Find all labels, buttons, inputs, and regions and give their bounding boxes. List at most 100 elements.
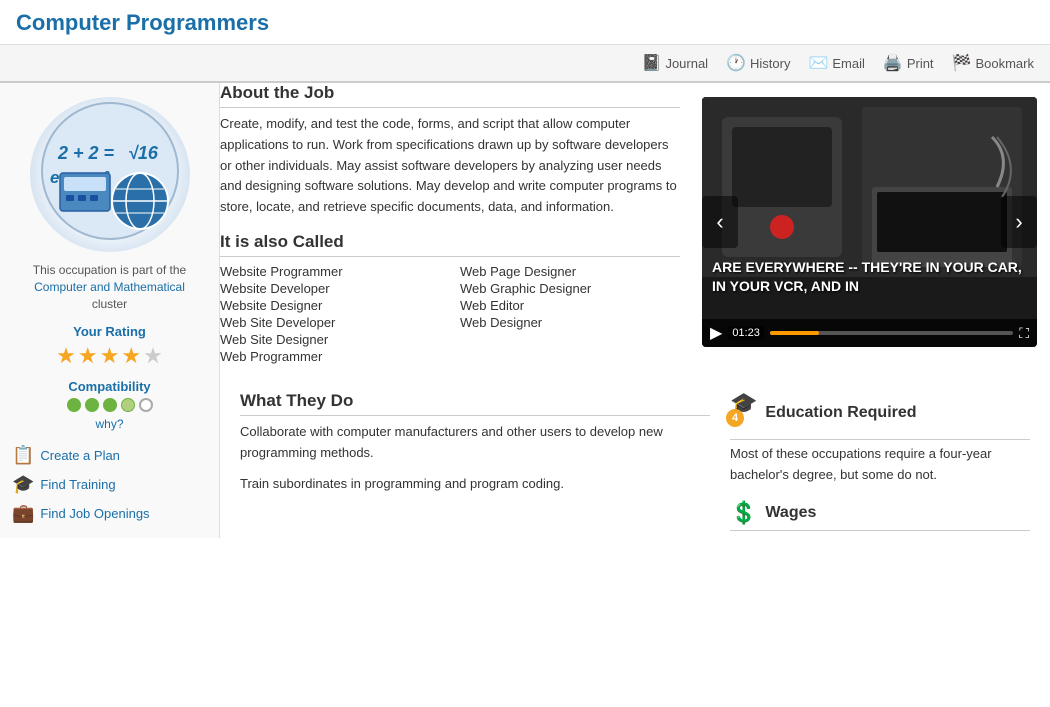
video-overlay-text: ARE EVERYWHERE -- THEY'RE IN YOUR CAR, I… [712, 258, 1027, 297]
education-icon-wrapper: 🎓 4 [730, 391, 757, 435]
create-plan-label: Create a Plan [40, 448, 120, 463]
alias-item: Web Programmer [220, 348, 440, 365]
education-body: Most of these occupations require a four… [730, 444, 1030, 486]
also-called-title: It is also Called [220, 232, 680, 257]
dot-2 [85, 398, 99, 412]
dot-3 [103, 398, 117, 412]
compatibility-label: Compatibility [12, 379, 207, 394]
task-1: Collaborate with computer manufacturers … [240, 422, 710, 464]
top-content: About the Job Create, modify, and test t… [220, 83, 1050, 381]
what-they-do-section: What They Do Collaborate with computer m… [240, 391, 710, 535]
email-button[interactable]: ✉️ Email [808, 53, 864, 73]
main-layout: 2 + 2 = √16 e = mc² [0, 83, 1050, 538]
occupation-illustration: 2 + 2 = √16 e = mc² [30, 97, 190, 252]
journal-icon: 📓 [642, 53, 662, 73]
education-title: Education Required [765, 404, 916, 422]
find-jobs-link[interactable]: 💼 Find Job Openings [12, 503, 207, 524]
star-4[interactable]: ★ [121, 343, 141, 369]
svg-text:√16: √16 [128, 143, 159, 163]
dot-5 [139, 398, 153, 412]
bottom-section: What They Do Collaborate with computer m… [220, 381, 1050, 535]
star-1[interactable]: ★ [56, 343, 76, 369]
about-job-section: About the Job Create, modify, and test t… [220, 83, 680, 218]
left-content: About the Job Create, modify, and test t… [220, 83, 690, 381]
wages-title: Wages [765, 504, 816, 522]
education-badge: 4 [726, 409, 744, 427]
history-label: History [750, 56, 790, 71]
alias-item: Website Programmer [220, 263, 440, 280]
print-button[interactable]: 🖨️ Print [883, 53, 934, 73]
wages-section: 💲 Wages [730, 500, 1030, 531]
email-icon: ✉️ [808, 53, 828, 73]
alias-item: Web Editor [460, 297, 680, 314]
about-job-title: About the Job [220, 83, 680, 108]
cluster-link[interactable]: Computer and Mathematical [34, 280, 185, 294]
education-section: 🎓 4 Education Required Most of these occ… [730, 391, 1030, 486]
fullscreen-button[interactable]: ⛶ [1019, 325, 1029, 342]
cluster-description: This occupation is part of the Computer … [12, 262, 207, 312]
what-they-do-body: Collaborate with computer manufacturers … [240, 422, 710, 494]
stars-rating[interactable]: ★ ★ ★ ★ ★ [12, 343, 207, 369]
why-link[interactable]: why? [95, 417, 123, 431]
journal-label: Journal [665, 56, 708, 71]
education-header: 🎓 4 Education Required [730, 391, 1030, 440]
video-player[interactable]: ARE EVERYWHERE -- THEY'RE IN YOUR CAR, I… [702, 97, 1037, 347]
task-2: Train subordinates in programming and pr… [240, 474, 710, 495]
compatibility-section: Compatibility why? [12, 379, 207, 431]
star-2[interactable]: ★ [78, 343, 98, 369]
star-5[interactable]: ★ [143, 343, 163, 369]
sidebar: 2 + 2 = √16 e = mc² [0, 83, 220, 538]
find-training-icon: 🎓 [12, 474, 34, 495]
find-jobs-icon: 💼 [12, 503, 34, 524]
video-next-button[interactable]: › [1001, 196, 1037, 248]
dot-1 [67, 398, 81, 412]
alias-item: Web Designer [460, 314, 680, 331]
education-wages-panel: 🎓 4 Education Required Most of these occ… [730, 391, 1030, 535]
rating-section: Your Rating ★ ★ ★ ★ ★ [12, 324, 207, 369]
create-plan-link[interactable]: 📋 Create a Plan [12, 445, 207, 466]
also-called-section: It is also Called Website Programmer Web… [220, 232, 680, 365]
video-prev-button[interactable]: ‹ [702, 196, 738, 248]
alias-item: Web Site Designer [220, 331, 440, 348]
compatibility-dots [12, 398, 207, 412]
svg-text:2 + 2 =: 2 + 2 = [57, 143, 115, 163]
bookmark-button[interactable]: 🏁 Bookmark [952, 53, 1034, 73]
find-training-link[interactable]: 🎓 Find Training [12, 474, 207, 495]
find-training-label: Find Training [40, 477, 115, 492]
play-button[interactable]: ▶ [710, 323, 722, 343]
video-time: 01:23 [728, 326, 764, 340]
print-label: Print [907, 56, 934, 71]
progress-bar[interactable] [770, 331, 1013, 335]
email-label: Email [832, 56, 865, 71]
history-icon: 🕐 [726, 53, 746, 73]
video-controls: ▶ 01:23 ⛶ [702, 319, 1037, 347]
alias-item: Web Site Developer [220, 314, 440, 331]
what-they-do-title: What They Do [240, 391, 710, 416]
alias-item: Website Developer [220, 280, 440, 297]
toolbar: 📓 Journal 🕐 History ✉️ Email 🖨️ Print 🏁 … [0, 45, 1050, 83]
create-plan-icon: 📋 [12, 445, 34, 466]
print-icon: 🖨️ [883, 53, 903, 73]
alias-item: Web Graphic Designer [460, 280, 680, 297]
video-thumbnail: ARE EVERYWHERE -- THEY'RE IN YOUR CAR, I… [702, 97, 1037, 347]
alias-item: Website Designer [220, 297, 440, 314]
rating-label: Your Rating [12, 324, 207, 339]
video-panel: ARE EVERYWHERE -- THEY'RE IN YOUR CAR, I… [690, 83, 1050, 381]
bookmark-label: Bookmark [975, 56, 1034, 71]
aliases-col1: Website Programmer Website Developer Web… [220, 263, 440, 365]
dollar-icon: 💲 [730, 500, 757, 526]
also-called-grid: Website Programmer Website Developer Web… [220, 263, 680, 365]
journal-button[interactable]: 📓 Journal [642, 53, 709, 73]
page-title: Computer Programmers [16, 10, 269, 35]
bookmark-icon: 🏁 [952, 53, 972, 73]
history-button[interactable]: 🕐 History [726, 53, 790, 73]
aliases-col2: Web Page Designer Web Graphic Designer W… [460, 263, 680, 365]
about-job-body: Create, modify, and test the code, forms… [220, 114, 680, 218]
dot-4 [121, 398, 135, 412]
progress-fill [770, 331, 819, 335]
star-3[interactable]: ★ [100, 343, 120, 369]
alias-item: Web Page Designer [460, 263, 680, 280]
find-jobs-label: Find Job Openings [40, 506, 149, 521]
wages-header: 💲 Wages [730, 500, 1030, 531]
sidebar-links: 📋 Create a Plan 🎓 Find Training 💼 Find J… [12, 445, 207, 524]
